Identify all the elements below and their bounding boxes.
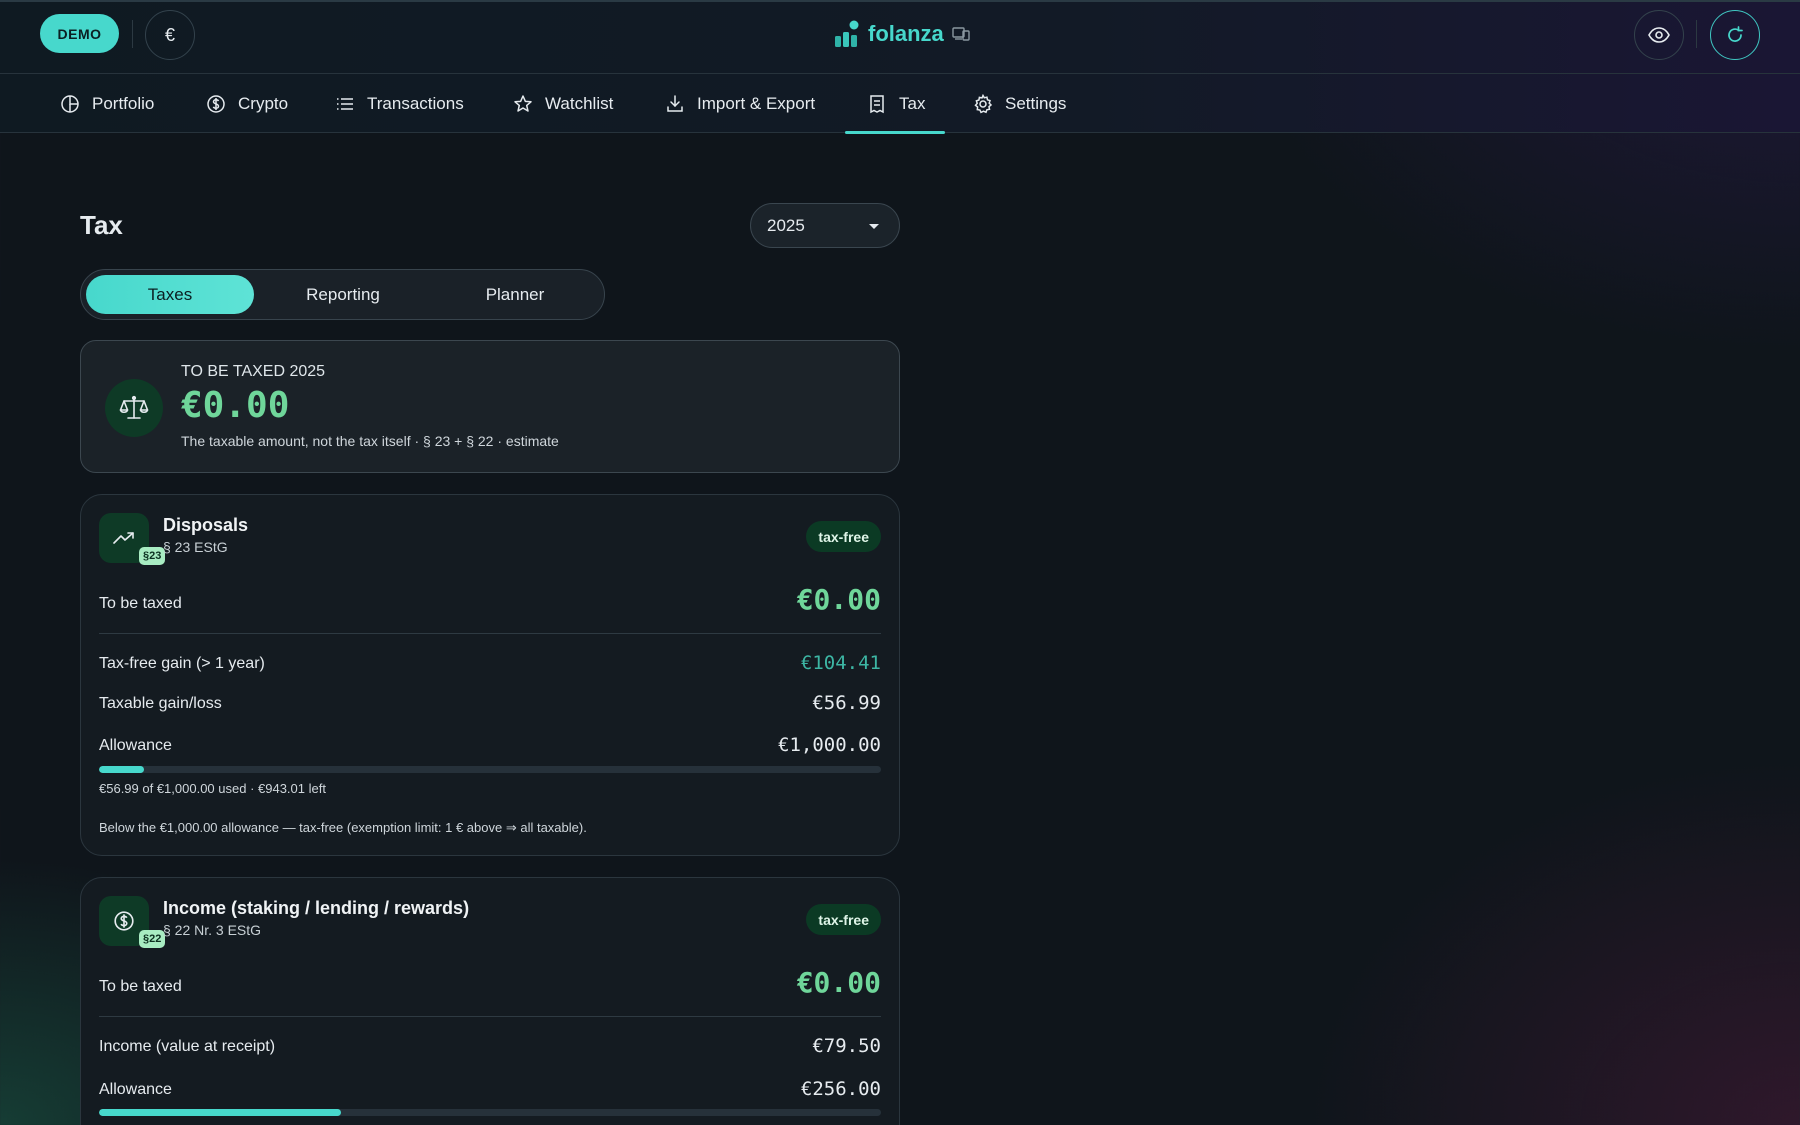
disposals-card: §23 Disposals § 23 EStG tax-free To be t…: [80, 494, 900, 856]
divider: [99, 633, 881, 634]
status-badge: tax-free: [806, 521, 881, 552]
page-title: Tax: [80, 210, 123, 240]
download-icon: [667, 94, 683, 112]
refresh-icon: [1728, 26, 1743, 42]
receipt-icon: [870, 94, 884, 113]
nav-item-portfolio[interactable]: Portfolio: [60, 74, 154, 133]
summary-value: €0.00: [181, 385, 290, 426]
main-nav: Portfolio Crypto Transactions Watchlist …: [0, 74, 1800, 134]
nav-item-tax[interactable]: Tax: [844, 74, 947, 134]
devices-icon: [952, 27, 970, 41]
allowance-note: Below the €1,000.00 allowance — tax-free…: [99, 820, 587, 835]
to-be-taxed-label: To be taxed: [99, 595, 182, 612]
income-value-label: Income (value at receipt): [99, 1038, 276, 1055]
taxable-gain-value: €56.99: [812, 692, 881, 714]
demo-badge[interactable]: DEMO: [40, 14, 119, 53]
chevron-down-icon: [869, 224, 879, 229]
pie-chart-icon: [61, 94, 79, 113]
summary-note: The taxable amount, not the tax itself ·…: [181, 433, 559, 449]
to-be-taxed-label: To be taxed: [99, 978, 182, 995]
logo-icon: [835, 20, 859, 47]
privacy-toggle-button[interactable]: [1634, 10, 1684, 60]
nav-label: Tax: [899, 93, 926, 113]
coin-icon: [207, 94, 225, 113]
star-icon: [514, 94, 532, 112]
year-select[interactable]: 2025: [750, 203, 900, 248]
nav-item-watchlist[interactable]: Watchlist: [513, 74, 613, 133]
card-title: Disposals: [163, 515, 249, 535]
allowance-label: Allowance: [99, 737, 172, 754]
list-icon: [337, 97, 353, 110]
tab-taxes[interactable]: Taxes: [86, 275, 254, 314]
to-be-taxed-value: €0.00: [796, 966, 881, 999]
taxfree-gain-value: €104.41: [800, 652, 881, 674]
nav-label: Import & Export: [697, 93, 816, 113]
currency-button[interactable]: €: [145, 10, 195, 60]
paragraph-badge: §22: [139, 930, 166, 948]
card-title: Income (staking / lending / rewards): [163, 898, 470, 918]
nav-label: Watchlist: [545, 93, 614, 113]
eye-icon: [1648, 27, 1670, 43]
allowance-value: €256.00: [800, 1078, 881, 1100]
tax-summary-card: TO BE TAXED 2025 €0.00 The taxable amoun…: [80, 340, 900, 473]
nav-label: Transactions: [367, 93, 464, 113]
nav-item-import-export[interactable]: Import & Export: [665, 74, 815, 133]
nav-item-settings[interactable]: Settings: [973, 74, 1066, 133]
nav-item-crypto[interactable]: Crypto: [206, 74, 288, 133]
status-badge: tax-free: [806, 904, 881, 935]
gear-icon: [974, 93, 993, 113]
card-subtitle: § 23 EStG: [163, 539, 228, 555]
taxfree-gain-label: Tax-free gain (> 1 year): [99, 655, 265, 672]
tab-planner[interactable]: Planner: [431, 275, 599, 314]
year-value: 2025: [767, 215, 805, 235]
summary-label: TO BE TAXED 2025: [181, 363, 326, 380]
divider: [99, 1016, 881, 1017]
nav-item-transactions[interactable]: Transactions: [335, 74, 464, 133]
refresh-button[interactable]: [1710, 10, 1760, 60]
divider: [132, 20, 133, 48]
allowance-progress-fill: [99, 1109, 342, 1116]
nav-label: Crypto: [238, 93, 289, 113]
allowance-progress: [99, 1109, 881, 1116]
currency-symbol: €: [164, 24, 175, 45]
tab-reporting[interactable]: Reporting: [259, 275, 427, 314]
allowance-value: €1,000.00: [778, 734, 881, 756]
top-bar: DEMO € folanza: [0, 0, 1800, 74]
divider: [1696, 20, 1697, 48]
allowance-usage-text: €56.99 of €1,000.00 used · €943.01 left: [99, 781, 326, 796]
income-value: €79.50: [812, 1035, 881, 1057]
allowance-progress: [99, 766, 881, 773]
nav-label: Settings: [1005, 93, 1067, 113]
nav-label: Portfolio: [92, 93, 155, 113]
allowance-label: Allowance: [99, 1081, 172, 1098]
brand-name: folanza: [868, 21, 944, 46]
card-subtitle: § 22 Nr. 3 EStG: [163, 922, 262, 938]
brand[interactable]: folanza: [834, 16, 970, 52]
coin-icon: §22: [99, 896, 166, 948]
income-card: §22 Income (staking / lending / rewards)…: [80, 877, 900, 1125]
paragraph-badge: §23: [139, 547, 166, 565]
scale-icon: [105, 379, 163, 437]
to-be-taxed-value: €0.00: [796, 583, 881, 616]
allowance-progress-fill: [99, 766, 144, 773]
trending-up-icon: §23: [99, 513, 166, 565]
taxable-gain-label: Taxable gain/loss: [99, 695, 222, 712]
tax-tabs: Taxes Reporting Planner: [80, 269, 605, 320]
